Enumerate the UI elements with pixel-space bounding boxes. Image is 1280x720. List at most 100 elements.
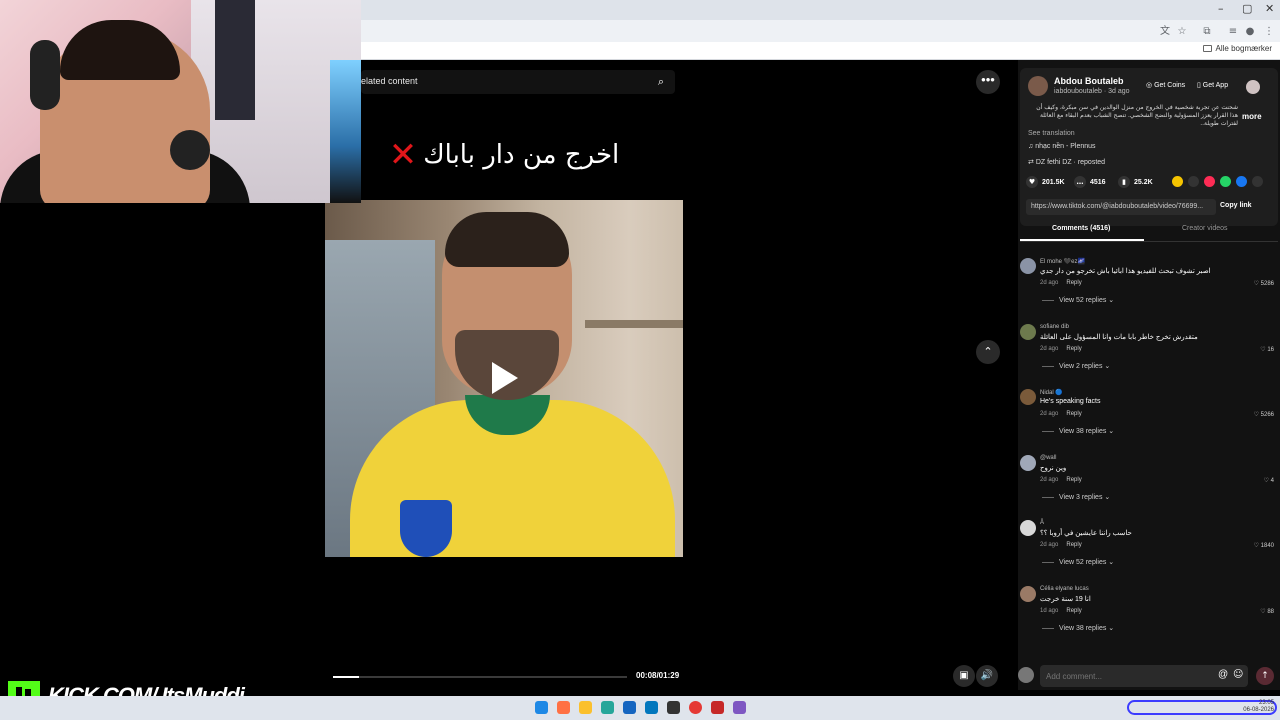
edge-icon[interactable] — [601, 701, 614, 714]
minimize-button[interactable]: – — [1218, 2, 1224, 15]
music-link[interactable]: ♫ nhạc nền - Plennus — [1028, 143, 1096, 150]
comment-stat[interactable]: … 4516 — [1074, 176, 1106, 188]
comment-likes[interactable]: ♡ 88 — [1260, 608, 1274, 615]
related-search-bar[interactable]: elated content ⌕ — [361, 70, 675, 94]
comment-age: 2d ago — [1040, 280, 1059, 286]
embed-icon[interactable] — [1188, 176, 1199, 187]
reply-button[interactable]: Reply — [1066, 477, 1081, 483]
translate-icon[interactable]: 文 — [1158, 25, 1172, 39]
reply-button[interactable]: Reply — [1066, 411, 1081, 417]
comment-likes[interactable]: ♡ 16 — [1260, 346, 1274, 353]
commenter-avatar[interactable] — [1020, 520, 1036, 536]
commenter-avatar[interactable] — [1020, 324, 1036, 340]
volume-icon[interactable]: 🔊 — [976, 665, 998, 687]
more-link[interactable]: more — [1242, 112, 1262, 121]
comment-input[interactable] — [1040, 665, 1248, 687]
discord-icon[interactable] — [733, 701, 746, 714]
reply-button[interactable]: Reply — [1066, 608, 1081, 614]
pip-icon[interactable]: ▣ — [953, 665, 975, 687]
commenter-avatar[interactable] — [1020, 389, 1036, 405]
get-app-button[interactable]: ▯ Get App — [1197, 81, 1228, 89]
heart-icon: ♥ — [1026, 176, 1038, 188]
progress-bar[interactable] — [333, 676, 627, 678]
author-name[interactable]: Abdou Boutaleb — [1054, 76, 1124, 86]
video-caption: ✕ اخرج من دار باباك — [325, 130, 683, 180]
comment-likes[interactable]: ♡ 5286 — [1254, 280, 1274, 287]
webcam-door — [215, 0, 255, 120]
whatsapp-icon[interactable] — [1220, 176, 1231, 187]
author-handle[interactable]: iabdouboutaleb · 3d ago — [1054, 88, 1130, 95]
commenter-name[interactable]: El mohe 🖤ez🌌 — [1040, 258, 1085, 265]
commenter-avatar[interactable] — [1020, 455, 1036, 471]
commenter-name[interactable]: sofiane dib — [1040, 324, 1069, 330]
send-icon[interactable]: ↑ — [1256, 667, 1274, 685]
commenter-name[interactable]: Célia elyane lucas — [1040, 586, 1089, 592]
chevron-up-icon[interactable]: ⌃ — [976, 340, 1000, 364]
commenter-name[interactable]: Nidal 🔵 — [1040, 389, 1063, 396]
commenter-name[interactable]: Å — [1040, 520, 1044, 526]
view-replies-button[interactable]: View 38 replies ⌄ — [1042, 427, 1114, 435]
comment-likes[interactable]: ♡ 5266 — [1254, 411, 1274, 418]
app-icon[interactable] — [711, 701, 724, 714]
all-bookmarks[interactable]: Alle bogmærker — [1202, 44, 1272, 53]
commenter-name[interactable]: @wall — [1040, 455, 1056, 461]
comment-likes[interactable]: ♡ 4 — [1264, 477, 1274, 484]
capcut-icon[interactable] — [667, 701, 680, 714]
start-icon[interactable] — [535, 701, 548, 714]
file-explorer-icon[interactable] — [579, 701, 592, 714]
comment-likes[interactable]: ♡ 1840 — [1254, 542, 1274, 549]
save-stat[interactable]: ▮ 25.2K — [1118, 176, 1153, 188]
coin-share-icon[interactable] — [1172, 176, 1183, 187]
commenter-avatar[interactable] — [1020, 258, 1036, 274]
tab-comments[interactable]: Comments (4516) — [1052, 225, 1110, 232]
view-replies-button[interactable]: View 3 replies ⌄ — [1042, 493, 1110, 501]
copy-link-button[interactable]: Copy link — [1220, 202, 1252, 209]
comment-age: 2d ago — [1040, 346, 1059, 352]
video-link-field[interactable]: https://www.tiktok.com/@iabdouboutaleb/v… — [1026, 199, 1216, 215]
store-icon[interactable] — [623, 701, 636, 714]
share-arrow-icon[interactable] — [1252, 176, 1263, 187]
comment-like-count: 16 — [1267, 347, 1274, 353]
profile-icon[interactable]: ● — [1243, 25, 1257, 39]
comment-like-count: 5266 — [1260, 412, 1274, 418]
see-translation-link[interactable]: See translation — [1028, 130, 1075, 137]
chrome-icon[interactable] — [689, 701, 702, 714]
outlook-icon[interactable] — [645, 701, 658, 714]
user-avatar[interactable] — [1246, 80, 1260, 94]
save-count: 25.2K — [1134, 178, 1153, 186]
get-coins-label: Get Coins — [1154, 82, 1186, 89]
star-icon[interactable]: ☆ — [1175, 25, 1189, 39]
view-replies-button[interactable]: View 52 replies ⌄ — [1042, 558, 1114, 566]
close-button[interactable]: ✕ — [1265, 2, 1274, 15]
commenter-avatar[interactable] — [1020, 586, 1036, 602]
view-replies-label: View 38 replies — [1059, 428, 1107, 435]
view-replies-button[interactable]: View 2 replies ⌄ — [1042, 362, 1110, 370]
more-options-icon[interactable]: ••• — [976, 70, 1000, 94]
maximize-button[interactable]: ▢ — [1242, 2, 1252, 15]
extensions-icon[interactable]: ⧉ — [1200, 25, 1214, 39]
tiktok-share-icon[interactable] — [1204, 176, 1215, 187]
heart-outline-icon: ♡ — [1253, 543, 1261, 549]
view-replies-button[interactable]: View 38 replies ⌄ — [1042, 624, 1114, 632]
like-stat[interactable]: ♥ 201.5K — [1026, 176, 1065, 188]
get-coins-button[interactable]: ◎ Get Coins — [1146, 81, 1185, 89]
like-count: 201.5K — [1042, 178, 1065, 186]
search-icon[interactable]: ⌕ — [653, 74, 669, 90]
copilot-icon[interactable] — [557, 701, 570, 714]
comment-age: 2d ago — [1040, 411, 1059, 417]
clock[interactable]: 23:05 06-08-2026 — [1243, 700, 1274, 714]
author-avatar[interactable] — [1028, 76, 1048, 96]
reply-button[interactable]: Reply — [1066, 542, 1081, 548]
tab-creator-videos[interactable]: Creator videos — [1182, 225, 1228, 232]
facebook-icon[interactable] — [1236, 176, 1247, 187]
kebab-menu-icon[interactable]: ⋮ — [1262, 25, 1276, 39]
comment-icon: … — [1074, 176, 1086, 188]
reply-button[interactable]: Reply — [1066, 280, 1081, 286]
play-icon[interactable] — [492, 362, 518, 394]
media-icon[interactable]: ≡ — [1226, 25, 1240, 39]
mention-icon[interactable]: @ — [1218, 669, 1228, 680]
reply-button[interactable]: Reply — [1066, 346, 1081, 352]
emoji-icon[interactable]: ☺ — [1233, 669, 1243, 680]
comment-text: وين نروح — [1040, 465, 1067, 472]
view-replies-button[interactable]: View 52 replies ⌄ — [1042, 296, 1114, 304]
